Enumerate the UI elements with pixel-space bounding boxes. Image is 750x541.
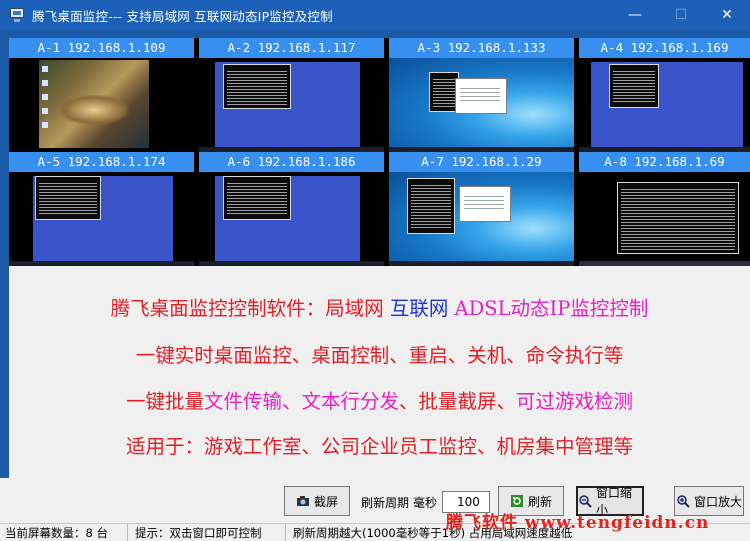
remote-screen[interactable]: [579, 58, 750, 152]
monitor-app-icon: [9, 7, 25, 23]
zoom-in-icon: [676, 494, 690, 508]
client-area: A-1 192.168.1.109 A-2 192.168.1.117 A-3 …: [9, 38, 750, 478]
monitor-label: A-4 192.168.1.169: [579, 38, 750, 58]
monitor-label: A-7 192.168.1.29: [389, 152, 574, 172]
info-line-1: 腾飞桌面监控控制软件：局域网 互联网 ADSL动态IP监控控制: [110, 297, 649, 320]
remote-screen[interactable]: [389, 58, 574, 152]
refresh-icon: [510, 494, 524, 508]
monitor-tile[interactable]: A-7 192.168.1.29: [389, 152, 574, 266]
screen-count-status: 当前屏幕数量：8 台: [0, 524, 128, 541]
monitor-tile[interactable]: A-8 192.168.1.69: [579, 152, 750, 266]
monitor-label: A-2 192.168.1.117: [199, 38, 384, 58]
monitor-label: A-5 192.168.1.174: [9, 152, 194, 172]
zoom-out-icon: [578, 494, 592, 508]
monitor-label: A-1 192.168.1.109: [9, 38, 194, 58]
title-bar: 腾飞桌面监控--- 支持局域网 互联网动态IP监控及控制 — ☐ ✕: [0, 0, 750, 30]
refresh-period-label: 刷新周期: [361, 496, 410, 510]
info-line-2: 一键实时桌面监控、桌面控制、重启、关机、命令执行等: [135, 344, 624, 367]
screenshot-button[interactable]: 截屏: [284, 486, 350, 516]
remote-screen[interactable]: [9, 172, 194, 266]
monitor-tile[interactable]: A-2 192.168.1.117: [199, 38, 384, 152]
remote-screen[interactable]: [199, 58, 384, 152]
remote-screen[interactable]: [579, 172, 750, 266]
monitor-tile[interactable]: A-4 192.168.1.169: [579, 38, 750, 152]
info-panel: 腾飞桌面监控控制软件：局域网 互联网 ADSL动态IP监控控制 一键实时桌面监控…: [9, 272, 750, 478]
info-line-4: 适用于：游戏工作室、公司企业员工监控、机房集中管理等: [125, 435, 633, 458]
monitor-grid: A-1 192.168.1.109 A-2 192.168.1.117 A-3 …: [9, 38, 750, 266]
remote-screen[interactable]: [9, 58, 194, 152]
camera-icon: [296, 494, 310, 508]
close-button[interactable]: ✕: [704, 0, 750, 30]
remote-screen[interactable]: [389, 172, 574, 266]
maximize-button[interactable]: ☐: [658, 0, 704, 30]
minimize-button[interactable]: —: [612, 0, 658, 30]
monitor-tile[interactable]: A-6 192.168.1.186: [199, 152, 384, 266]
monitor-tile[interactable]: A-3 192.168.1.133: [389, 38, 574, 152]
monitor-tile[interactable]: A-1 192.168.1.109: [9, 38, 194, 152]
window-title: 腾飞桌面监控--- 支持局域网 互联网动态IP监控及控制: [32, 8, 333, 24]
monitor-tile[interactable]: A-5 192.168.1.174: [9, 152, 194, 266]
remote-screen[interactable]: [199, 172, 384, 266]
info-line-3: 一键批量文件传输、文本行分发、批量截屏、可过游戏检测: [125, 390, 634, 413]
watermark: 腾飞软件 www.tengfeidn.cn: [446, 513, 710, 533]
monitor-label: A-6 192.168.1.186: [199, 152, 384, 172]
ms-label: 毫秒: [413, 496, 438, 510]
hint-status: 提示：双击窗口即可控制: [130, 524, 286, 541]
monitor-label: A-8 192.168.1.69: [579, 152, 750, 172]
monitor-label: A-3 192.168.1.133: [389, 38, 574, 58]
